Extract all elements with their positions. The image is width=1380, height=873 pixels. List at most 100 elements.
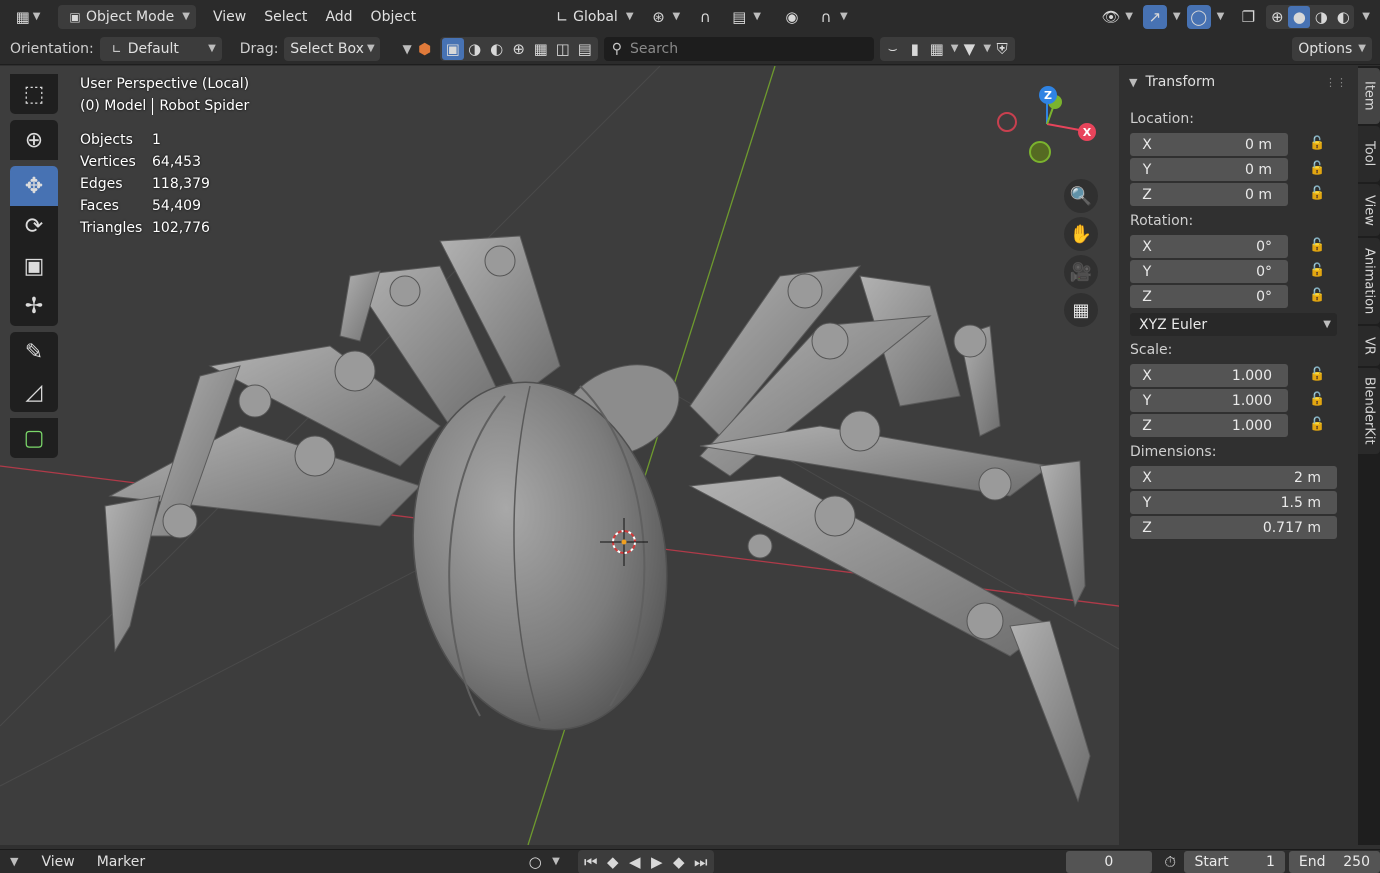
funnel-icon[interactable]: ▼: [958, 38, 980, 60]
xray-toggle[interactable]: ❐: [1236, 5, 1260, 29]
dimensions-z-field[interactable]: Z 0.717 m: [1130, 516, 1337, 539]
tab-view[interactable]: View: [1358, 184, 1380, 236]
transform-orientation-dropdown[interactable]: ∟ Global ▼: [545, 5, 639, 29]
chevron-down-icon[interactable]: ▼: [951, 43, 959, 54]
visibility-dropdown[interactable]: 👁 ▼: [1094, 5, 1139, 29]
falloff-dropdown[interactable]: ∩ ▼: [809, 5, 854, 29]
gizmo-chevron-icon[interactable]: ▼: [1173, 11, 1181, 22]
chevron-down-icon[interactable]: ▼: [10, 855, 18, 868]
solid-shading-icon[interactable]: ●: [1288, 5, 1311, 28]
overlays-toggle[interactable]: ◯: [1186, 4, 1211, 29]
location-y-field[interactable]: Y 0 m: [1130, 158, 1288, 181]
timeline-menu-marker[interactable]: Marker: [88, 854, 154, 870]
collection-icon[interactable]: ▦: [926, 38, 948, 60]
play-icon[interactable]: ▶: [646, 851, 668, 873]
editor-type-button[interactable]: ▦ ▼: [10, 5, 46, 29]
start-frame-field[interactable]: Start 1: [1184, 850, 1285, 873]
lock-icon[interactable]: 🔓: [1309, 238, 1327, 254]
rotation-z-field[interactable]: Z 0°: [1130, 285, 1288, 308]
drag-dropdown[interactable]: Select Box ▼: [284, 36, 381, 61]
current-frame-field[interactable]: 0: [1065, 850, 1152, 873]
filter-chevron-icon[interactable]: ▼: [402, 42, 411, 56]
orientation-setting-dropdown[interactable]: ∟ Default ▼: [99, 36, 222, 61]
end-frame-field[interactable]: End 250: [1288, 850, 1380, 873]
select-new-icon[interactable]: ▣: [441, 37, 464, 60]
proportional-editing-toggle[interactable]: ◉: [775, 5, 809, 29]
scale-tool-icon[interactable]: ▣: [10, 246, 58, 286]
location-z-field[interactable]: Z 0 m: [1130, 183, 1288, 206]
lock-icon[interactable]: 🔓: [1309, 392, 1327, 408]
object-type-icon[interactable]: ⬢: [414, 38, 436, 60]
snap-target-dropdown[interactable]: ▤ ▼: [722, 5, 767, 29]
pivot-point-dropdown[interactable]: ⊛ ▼: [642, 5, 687, 29]
bookmark-icon[interactable]: ▮: [904, 38, 926, 60]
select-difference-icon[interactable]: ◫: [552, 38, 574, 60]
material-shading-icon[interactable]: ◑: [1310, 6, 1332, 28]
select-extend-icon[interactable]: ◑: [464, 38, 486, 60]
transform-tool-icon[interactable]: ✢: [10, 286, 58, 326]
location-x-field[interactable]: X 0 m: [1130, 133, 1288, 156]
lock-icon[interactable]: 🔓: [1309, 161, 1327, 177]
mode-dropdown[interactable]: ▣ Object Mode ▼: [58, 4, 196, 29]
pan-hand-icon[interactable]: ✋: [1064, 217, 1098, 251]
panel-header[interactable]: ▼ Transform: [1129, 74, 1215, 90]
robot-spider-model[interactable]: [104, 235, 1091, 803]
cursor-tool-icon[interactable]: ⊕: [10, 120, 58, 160]
timeline-menu-view[interactable]: View: [32, 854, 83, 870]
rotation-mode-dropdown[interactable]: XYZ Euler ▼: [1130, 313, 1337, 336]
shield-icon[interactable]: ⛨: [991, 38, 1013, 60]
menu-add[interactable]: Add: [316, 9, 361, 25]
annotate-tool-icon[interactable]: ✎: [10, 332, 58, 372]
wireframe-shading-icon[interactable]: ⊕: [1266, 6, 1288, 28]
curve-icon[interactable]: ⌣: [882, 38, 904, 60]
dimensions-x-field[interactable]: X 2 m: [1130, 466, 1337, 489]
play-reverse-icon[interactable]: ◀: [624, 851, 646, 873]
gizmo-toggle[interactable]: ↗: [1142, 4, 1167, 29]
next-keyframe-icon[interactable]: ◆: [668, 851, 690, 873]
menu-select[interactable]: Select: [255, 9, 316, 25]
rendered-shading-icon[interactable]: ◐: [1332, 6, 1354, 28]
tab-tool[interactable]: Tool: [1358, 126, 1380, 182]
chevron-down-icon[interactable]: ▼: [983, 43, 991, 54]
lock-icon[interactable]: 🔓: [1309, 186, 1327, 202]
select-subtract-icon[interactable]: ◐: [486, 38, 508, 60]
select-box-tool-icon[interactable]: ⬚: [10, 74, 58, 114]
select-and-icon[interactable]: ▤: [574, 38, 596, 60]
snap-toggle[interactable]: ∩: [688, 5, 722, 29]
shading-chevron-icon[interactable]: ▼: [1362, 11, 1370, 22]
navigation-gizmo[interactable]: [997, 95, 1086, 163]
tab-animation[interactable]: Animation: [1358, 238, 1380, 324]
tab-blenderkit[interactable]: BlenderKit: [1358, 368, 1380, 454]
prev-keyframe-icon[interactable]: ◆: [602, 851, 624, 873]
zoom-icon[interactable]: 🔍: [1064, 179, 1098, 213]
options-dropdown[interactable]: Options ▼: [1292, 36, 1372, 61]
move-tool-icon[interactable]: ✥: [10, 166, 58, 206]
overlays-chevron-icon[interactable]: ▼: [1217, 11, 1225, 22]
lock-icon[interactable]: 🔓: [1309, 288, 1327, 304]
gizmo-z-axis[interactable]: Z: [1039, 86, 1057, 104]
add-cube-tool-icon[interactable]: ▢: [10, 418, 58, 458]
lock-icon[interactable]: 🔓: [1309, 263, 1327, 279]
scale-y-field[interactable]: Y 1.000: [1130, 389, 1288, 412]
tab-vr[interactable]: VR: [1358, 326, 1380, 366]
menu-view[interactable]: View: [204, 9, 255, 25]
lock-icon[interactable]: 🔓: [1309, 136, 1327, 152]
chevron-down-icon[interactable]: ▼: [552, 856, 560, 867]
rotation-x-field[interactable]: X 0°: [1130, 235, 1288, 258]
lock-icon[interactable]: 🔓: [1309, 367, 1327, 383]
measure-tool-icon[interactable]: ◿: [10, 372, 58, 412]
select-invert-icon[interactable]: ⊕: [508, 38, 530, 60]
select-intersect-icon[interactable]: ▦: [530, 38, 552, 60]
tab-item[interactable]: Item: [1358, 68, 1380, 124]
lock-icon[interactable]: 🔓: [1309, 417, 1327, 433]
jump-start-icon[interactable]: ⏮: [580, 851, 602, 873]
auto-keying-icon[interactable]: ○: [524, 851, 546, 873]
menu-object[interactable]: Object: [362, 9, 426, 25]
scale-x-field[interactable]: X 1.000: [1130, 364, 1288, 387]
scale-z-field[interactable]: Z 1.000: [1130, 414, 1288, 437]
stopwatch-icon[interactable]: ⏱: [1160, 851, 1181, 873]
rotate-tool-icon[interactable]: ⟳: [10, 206, 58, 246]
search-input[interactable]: ⚲ Search: [603, 36, 874, 61]
camera-view-icon[interactable]: 🎥: [1064, 255, 1098, 289]
drag-handle-icon[interactable]: ⋮⋮: [1325, 76, 1347, 89]
